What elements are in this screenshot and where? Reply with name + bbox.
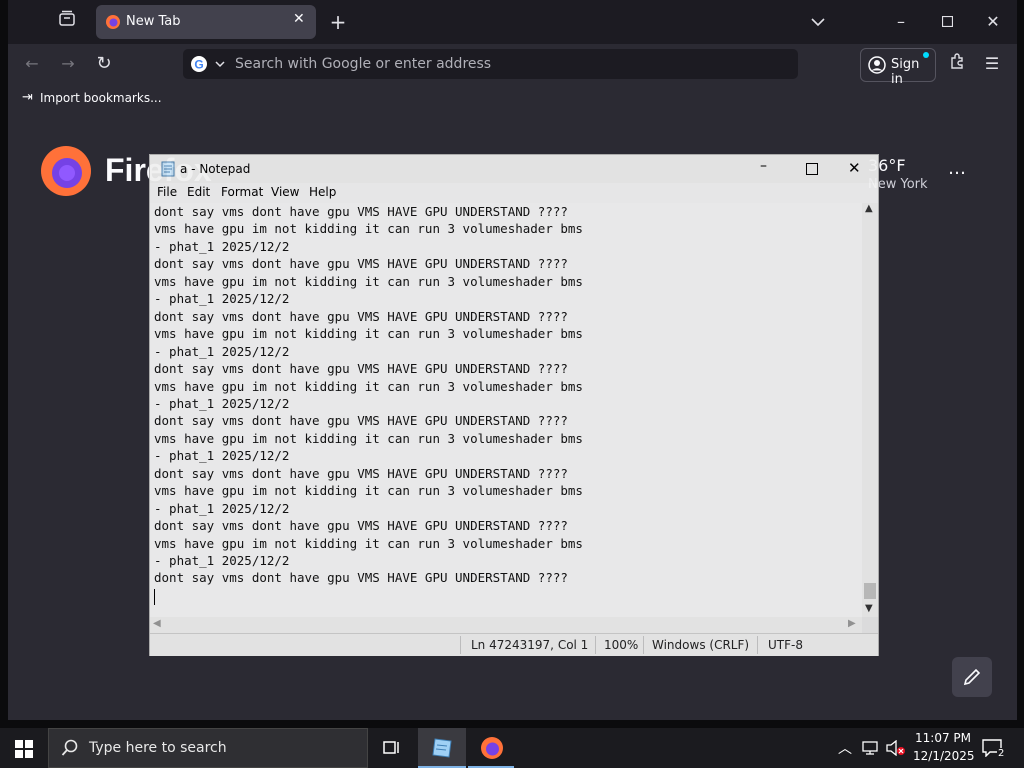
search-icon bbox=[61, 739, 79, 761]
notepad-maximize-icon[interactable] bbox=[806, 163, 818, 175]
import-bookmarks-link[interactable]: Import bookmarks... bbox=[40, 91, 162, 105]
close-tab-icon[interactable]: ✕ bbox=[293, 11, 305, 27]
text-line: dont say vms dont have gpu VMS HAVE GPU … bbox=[154, 465, 568, 481]
status-divider bbox=[595, 636, 596, 654]
text-line: - phat_1 2025/12/2 bbox=[154, 343, 290, 359]
firefox-logo-icon bbox=[40, 145, 92, 201]
text-line: dont say vms dont have gpu VMS HAVE GPU … bbox=[154, 308, 568, 324]
text-line: dont say vms dont have gpu VMS HAVE GPU … bbox=[154, 570, 568, 586]
menu-icon[interactable]: ☰ bbox=[978, 50, 1006, 78]
tab-strip: New Tab ✕ + – ✕ bbox=[8, 0, 1017, 44]
text-line: dont say vms dont have gpu VMS HAVE GPU … bbox=[154, 361, 568, 377]
text-line: dont say vms dont have gpu VMS HAVE GPU … bbox=[154, 256, 568, 272]
notepad-title: a - Notepad bbox=[180, 162, 251, 176]
tab-manager-icon[interactable] bbox=[53, 8, 81, 36]
firefox-taskbar-icon bbox=[480, 736, 504, 764]
notepad-title-bar[interactable]: a - Notepad – ✕ bbox=[150, 155, 878, 183]
notepad-app-icon bbox=[160, 161, 176, 181]
menu-file[interactable]: File bbox=[157, 185, 177, 199]
tab-new-tab[interactable]: New Tab ✕ bbox=[96, 5, 316, 39]
import-icon: ⇥ bbox=[22, 90, 33, 105]
status-zoom: 100% bbox=[604, 638, 639, 652]
status-divider bbox=[757, 636, 758, 654]
new-tab-button[interactable]: + bbox=[324, 8, 352, 36]
vertical-scroll-thumb[interactable] bbox=[864, 583, 876, 599]
scroll-up-icon[interactable]: ▲ bbox=[865, 203, 873, 214]
scroll-left-icon[interactable]: ◀ bbox=[153, 618, 161, 629]
weather-options-icon[interactable]: … bbox=[948, 158, 966, 179]
task-view-icon[interactable] bbox=[382, 739, 402, 761]
text-line: - phat_1 2025/12/2 bbox=[154, 238, 290, 254]
back-arrow-icon[interactable]: ← bbox=[18, 50, 46, 78]
text-line: vms have gpu im not kidding it can run 3… bbox=[154, 430, 583, 446]
forward-arrow-icon[interactable]: → bbox=[54, 50, 82, 78]
minimize-icon[interactable]: – bbox=[887, 8, 915, 36]
scroll-down-icon[interactable]: ▼ bbox=[865, 603, 873, 614]
pencil-icon bbox=[962, 667, 982, 691]
firefox-favicon-icon bbox=[105, 14, 121, 34]
taskbar-search-placeholder[interactable]: Type here to search bbox=[89, 740, 227, 756]
text-line: - phat_1 2025/12/2 bbox=[154, 553, 290, 568]
menu-help[interactable]: Help bbox=[309, 185, 336, 199]
taskbar-notepad-button[interactable] bbox=[418, 728, 466, 768]
notepad-text-area[interactable]: dont say vms dont have gpu VMS HAVE GPU … bbox=[150, 203, 862, 617]
vertical-scrollbar[interactable]: ▲ ▼ bbox=[862, 203, 878, 617]
text-caret bbox=[154, 588, 155, 605]
text-line: - phat_1 2025/12/2 bbox=[154, 395, 290, 411]
status-encoding: UTF-8 bbox=[768, 638, 803, 652]
notepad-window: a - Notepad – ✕ File Edit Format View He… bbox=[149, 154, 879, 656]
taskbar-firefox-button[interactable] bbox=[468, 728, 514, 768]
clock-date[interactable]: 12/1/2025 bbox=[913, 749, 975, 763]
status-divider bbox=[460, 636, 461, 654]
notepad-taskbar-icon bbox=[431, 737, 453, 763]
sign-in-label: Sign in bbox=[891, 57, 920, 87]
text-line: vms have gpu im not kidding it can run 3… bbox=[154, 535, 583, 551]
menu-view[interactable]: View bbox=[271, 185, 299, 199]
text-line: vms have gpu im not kidding it can run 3… bbox=[154, 221, 583, 237]
text-line: dont say vms dont have gpu VMS HAVE GPU … bbox=[154, 413, 568, 429]
text-line: - phat_1 2025/12/2 bbox=[154, 448, 290, 464]
sign-in-button[interactable]: Sign in bbox=[860, 48, 936, 87]
status-divider bbox=[643, 636, 644, 654]
notepad-status-bar: Ln 47243197, Col 1 100% Windows (CRLF) U… bbox=[150, 633, 878, 656]
volume-muted-icon[interactable] bbox=[886, 739, 906, 760]
list-all-tabs-icon[interactable] bbox=[804, 8, 832, 36]
menu-format[interactable]: Format bbox=[221, 185, 263, 199]
address-bar-placeholder[interactable]: Search with Google or enter address bbox=[235, 56, 491, 72]
show-hidden-icons-icon[interactable]: ︿ bbox=[838, 738, 852, 758]
notepad-menu-bar: File Edit Format View Help bbox=[150, 183, 878, 203]
text-line: vms have gpu im not kidding it can run 3… bbox=[154, 483, 583, 499]
status-line-ending: Windows (CRLF) bbox=[652, 638, 750, 652]
tab-title: New Tab bbox=[126, 14, 181, 29]
bookmarks-toolbar: ⇥ Import bookmarks... bbox=[8, 86, 1017, 113]
menu-edit[interactable]: Edit bbox=[187, 185, 210, 199]
text-line: vms have gpu im not kidding it can run 3… bbox=[154, 378, 583, 394]
network-icon[interactable] bbox=[862, 740, 880, 760]
account-icon bbox=[868, 56, 886, 78]
scroll-right-icon[interactable]: ▶ bbox=[848, 618, 856, 629]
windows-taskbar: Type here to search ︿ 11:07 PM 12/1/2025… bbox=[0, 728, 1024, 768]
status-cursor-position: Ln 47243197, Col 1 bbox=[471, 638, 589, 652]
reload-icon[interactable]: ↻ bbox=[90, 50, 118, 78]
taskbar-search-box[interactable]: Type here to search bbox=[48, 728, 368, 768]
text-line: vms have gpu im not kidding it can run 3… bbox=[154, 273, 583, 289]
address-bar[interactable]: G Search with Google or enter address bbox=[183, 49, 798, 79]
customize-button[interactable] bbox=[952, 657, 992, 697]
close-window-icon[interactable]: ✕ bbox=[979, 8, 1007, 36]
text-line: - phat_1 2025/12/2 bbox=[154, 500, 290, 516]
extensions-icon[interactable] bbox=[943, 50, 971, 78]
svg-text:G: G bbox=[194, 58, 203, 72]
windows-start-icon[interactable] bbox=[15, 740, 33, 762]
notification-count-badge: 2 bbox=[997, 748, 1006, 759]
search-engine-button[interactable]: G bbox=[189, 54, 227, 74]
text-line: - phat_1 2025/12/2 bbox=[154, 291, 290, 307]
text-line: vms have gpu im not kidding it can run 3… bbox=[154, 326, 583, 342]
notepad-minimize-icon[interactable]: – bbox=[760, 158, 767, 174]
text-line: dont say vms dont have gpu VMS HAVE GPU … bbox=[154, 518, 568, 534]
text-line: dont say vms dont have gpu VMS HAVE GPU … bbox=[154, 204, 568, 219]
clock-time[interactable]: 11:07 PM bbox=[915, 731, 971, 745]
horizontal-scrollbar[interactable]: ◀ ▶ bbox=[150, 617, 862, 633]
maximize-icon[interactable] bbox=[933, 8, 961, 36]
notepad-close-icon[interactable]: ✕ bbox=[848, 159, 861, 177]
